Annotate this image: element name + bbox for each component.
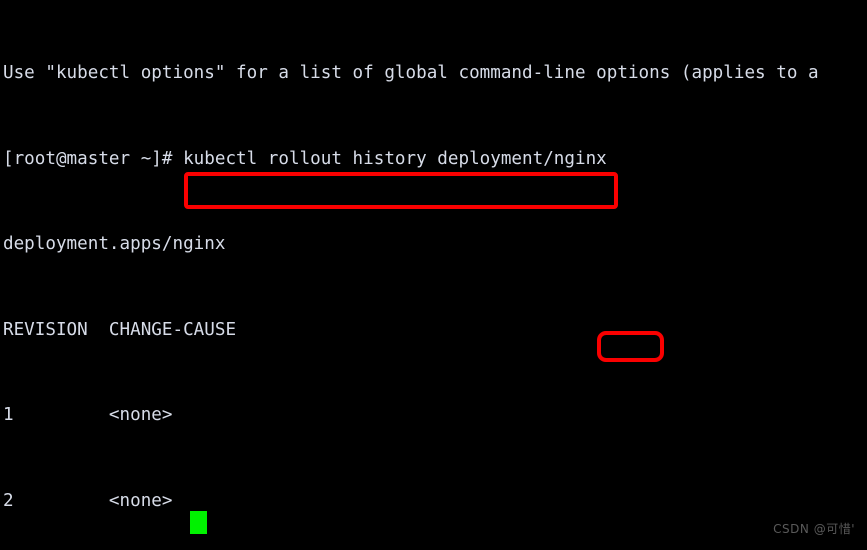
terminal-line-help-options: Use "kubectl options" for a list of glob…: [3, 63, 819, 83]
terminal-line-history-row-1: 1 <none>: [3, 405, 173, 425]
terminal-line-history-header: REVISION CHANGE-CAUSE: [3, 319, 237, 340]
csdn-watermark: CSDN @可惜': [773, 521, 855, 536]
terminal-line-deployment-name: deployment.apps/nginx: [3, 234, 226, 254]
terminal-window[interactable]: Use "kubectl options" for a list of glob…: [0, 0, 867, 550]
terminal-line-history-row-2: 2 <none>: [3, 490, 173, 511]
terminal-cursor: [190, 511, 207, 534]
terminal-screen: Use "kubectl options" for a list of glob…: [3, 2, 867, 550]
terminal-line-cmd-rollout-history: [root@master ~]# kubectl rollout history…: [3, 148, 607, 169]
